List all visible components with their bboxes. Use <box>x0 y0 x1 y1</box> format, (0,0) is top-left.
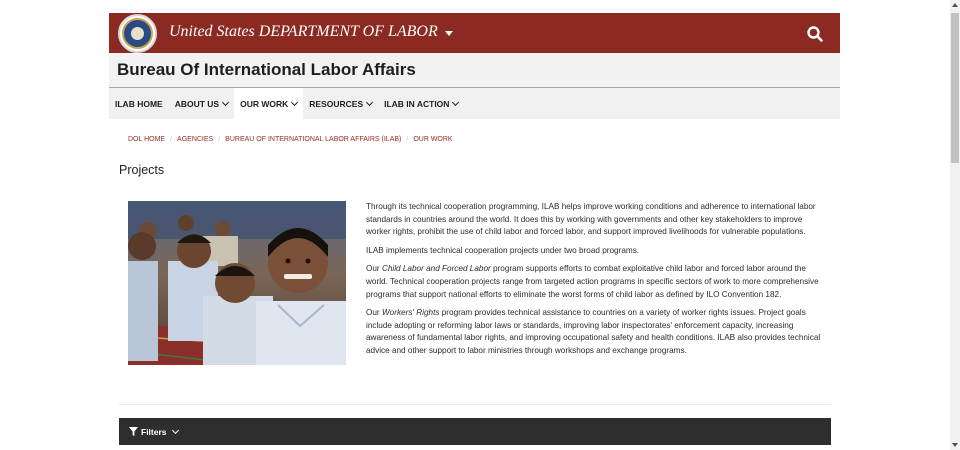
children-photo <box>128 201 346 365</box>
breadcrumb-separator: / <box>170 136 173 143</box>
search-icon <box>807 26 823 42</box>
breadcrumb-dol-home[interactable]: DOL HOME <box>128 136 165 143</box>
nav-item-ilab-in-action[interactable]: ILAB IN ACTION <box>378 88 464 119</box>
nav-item-label: RESOURCES <box>309 98 364 109</box>
main-nav: ILAB HOME ABOUT US OUR WORK RESOURCES IL… <box>109 88 840 119</box>
nav-item-ilab-home[interactable]: ILAB HOME <box>109 88 169 119</box>
breadcrumb: DOL HOME / AGENCIES / BUREAU OF INTERNAT… <box>128 136 453 143</box>
nav-item-label: ABOUT US <box>174 98 220 109</box>
nav-item-about-us[interactable]: ABOUT US <box>169 88 234 119</box>
breadcrumb-separator: / <box>218 136 221 143</box>
scroll-up-icon[interactable] <box>952 3 958 7</box>
nav-item-our-work[interactable]: OUR WORK <box>234 88 304 119</box>
programs-paragraph: ILAB implements technical cooperation pr… <box>366 245 640 255</box>
caret-down-icon <box>444 30 453 36</box>
bureau-title[interactable]: Bureau Of International Labor Affairs <box>117 60 416 80</box>
search-button[interactable] <box>806 25 824 43</box>
dol-seal-icon[interactable] <box>118 14 157 53</box>
chevron-down-icon <box>366 98 374 106</box>
intro-paragraph: Through its technical cooperation progra… <box>366 202 816 237</box>
child-labor-program-name: Child Labor and Forced Labor <box>381 264 491 274</box>
nav-item-label: ILAB HOME <box>115 98 163 109</box>
agency-menu-toggle[interactable]: United States DEPARTMENT OF LABOR <box>169 23 453 41</box>
filter-icon <box>129 427 138 436</box>
breadcrumb-our-work[interactable]: OUR WORK <box>413 136 452 143</box>
scroll-thumb[interactable] <box>951 13 959 163</box>
agency-prefix: United States <box>169 23 255 40</box>
chevron-down-icon <box>171 426 179 434</box>
filters-toggle[interactable]: Filters <box>119 418 831 445</box>
page-title: Projects <box>119 163 165 177</box>
nav-item-label: OUR WORK <box>240 98 289 109</box>
dol-banner: United States DEPARTMENT OF LABOR <box>109 13 840 53</box>
breadcrumb-agencies[interactable]: AGENCIES <box>177 136 213 143</box>
breadcrumb-ilab[interactable]: BUREAU OF INTERNATIONAL LABOR AFFAIRS (I… <box>225 136 401 143</box>
intro-text: Through its technical cooperation progra… <box>366 201 826 364</box>
chevron-down-icon <box>291 98 299 106</box>
filters-label: Filters <box>141 426 167 437</box>
chevron-down-icon <box>452 98 460 106</box>
bureau-header: Bureau Of International Labor Affairs <box>109 53 840 88</box>
section-divider <box>119 404 831 405</box>
workers-rights-paragraph: Our Workers' Rights program provides tec… <box>366 308 821 355</box>
workers-rights-program-name: Workers' Rights <box>381 308 440 318</box>
agency-name: DEPARTMENT OF LABOR <box>258 23 438 40</box>
nav-item-resources[interactable]: RESOURCES <box>303 88 378 119</box>
breadcrumb-separator: / <box>406 136 409 143</box>
child-labor-paragraph: Our Child Labor and Forced Labor program… <box>366 264 819 299</box>
nav-item-label: ILAB IN ACTION <box>384 98 450 109</box>
page-container: United States DEPARTMENT OF LABOR Bureau… <box>109 13 840 119</box>
page-scrollbar[interactable] <box>950 0 960 450</box>
chevron-down-icon <box>222 98 230 106</box>
scroll-down-icon[interactable] <box>952 443 958 447</box>
